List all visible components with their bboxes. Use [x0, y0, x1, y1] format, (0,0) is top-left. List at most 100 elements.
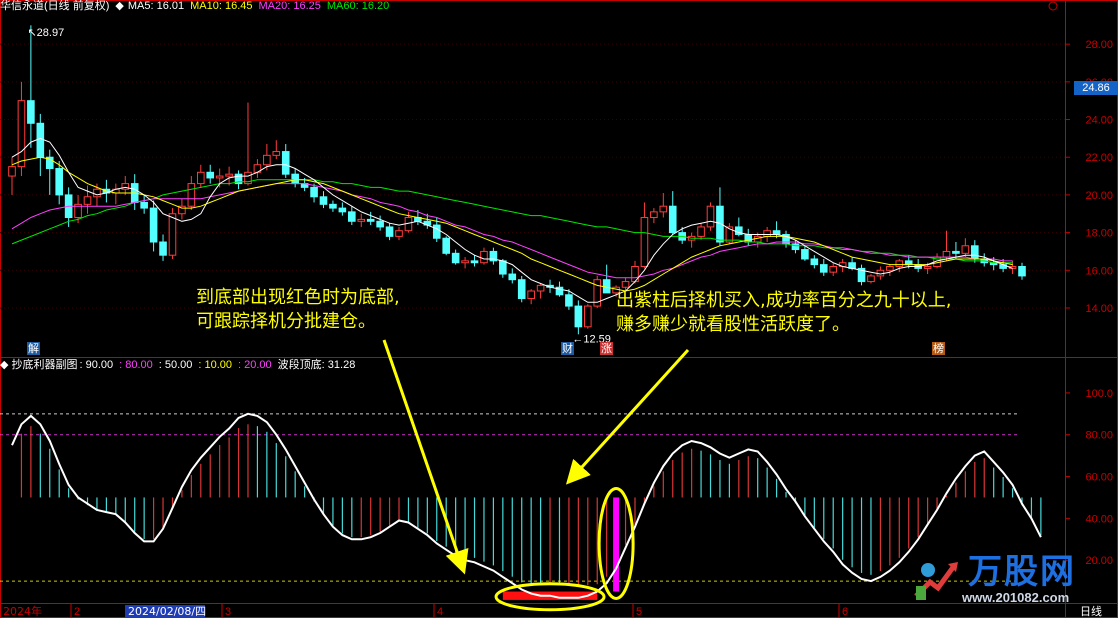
candle-up	[961, 245, 970, 254]
candle-up	[263, 154, 271, 166]
candle-down	[338, 207, 347, 213]
indicator-param-5: : 20.00	[238, 359, 272, 371]
annotation-right-line-2: 赚多赚少就看股性活跃度了。	[616, 314, 850, 335]
ma10-label: MA10: 16.45	[190, 0, 253, 12]
candle-down	[385, 226, 394, 237]
event-marker-4[interactable]: 榜	[932, 342, 945, 355]
candle-up	[461, 260, 469, 264]
current-price-tag: 24.86	[1074, 81, 1118, 95]
candle-up	[583, 305, 592, 328]
date-label: 4	[437, 606, 443, 618]
price-axis-label: 22.00	[1085, 152, 1113, 164]
price-axis-label: 16.00	[1085, 265, 1113, 277]
candle-down	[819, 264, 828, 273]
annotation-left-line-1: 到底部出现红色时为底部,	[196, 287, 400, 308]
ma20-line	[11, 183, 1013, 279]
indicator-axis-label: 80.00	[1085, 430, 1113, 442]
candle-up	[395, 230, 403, 237]
price-axis-label: 28.00	[1085, 39, 1113, 51]
purple-buy-bar	[613, 497, 620, 592]
candle-down	[140, 201, 148, 209]
candle-down	[319, 196, 328, 205]
candle-up	[650, 211, 658, 219]
event-marker-1[interactable]: 解	[27, 342, 40, 355]
brand-logo-icon	[914, 562, 958, 600]
candle-up	[527, 290, 535, 300]
candle-down	[772, 230, 781, 235]
candle-down	[376, 220, 384, 228]
candle-up	[93, 188, 101, 198]
candle-down	[432, 224, 441, 239]
indicator-param-4: : 10.00	[198, 359, 233, 371]
candle-down	[27, 100, 35, 124]
candle-down	[508, 273, 517, 281]
candle-down	[791, 243, 800, 251]
candle-down	[149, 207, 158, 243]
candle-down	[574, 305, 583, 328]
candle-up	[196, 171, 205, 185]
ma60-label: MA60: 16.20	[326, 0, 390, 12]
candle-up	[640, 217, 649, 268]
candle-down	[281, 151, 290, 175]
candles-group	[8, 25, 1026, 335]
indicator-title: 抄底利器副图	[11, 359, 78, 371]
candle-down	[517, 279, 526, 300]
candle-down	[904, 260, 913, 266]
indicator-axis-label: 60.00	[1085, 472, 1113, 484]
candle-up	[225, 173, 233, 177]
candle-up	[480, 250, 488, 264]
date-label: 6	[842, 606, 848, 618]
indicator-toggle-icon[interactable]: ◆	[0, 359, 8, 371]
annotation-left-line-2: 可跟踪择机分批建仓。	[196, 311, 376, 332]
candle-up	[168, 213, 177, 256]
period-label: 日线	[1080, 604, 1102, 618]
date-label: 2	[74, 606, 80, 618]
candle-up	[83, 196, 92, 205]
brand-watermark: 万股网 www.201082.com	[910, 552, 1110, 606]
indicator-param-1: : 90.00	[79, 359, 114, 371]
indicator-axis-label: 100.0	[1085, 388, 1113, 400]
candle-up	[17, 100, 26, 168]
candle-up	[942, 250, 951, 258]
window-control-icon	[1048, 1, 1058, 11]
event-marker-3[interactable]: 涨	[600, 342, 613, 355]
candle-down	[159, 241, 167, 256]
candle-down	[348, 211, 356, 222]
candle-up	[829, 266, 838, 273]
candle-down	[451, 252, 460, 264]
date-label: 3	[225, 606, 231, 618]
brand-name: 万股网	[968, 552, 1076, 592]
candle-down	[801, 249, 809, 260]
candle-up	[867, 275, 875, 283]
candle-up	[895, 260, 904, 268]
candle-up	[763, 230, 771, 237]
candle-down	[952, 250, 960, 254]
candle-up	[121, 183, 130, 190]
annotation-right-line-1: 出紫柱后择机买入,成功率百分之九十以上,	[616, 290, 952, 311]
indicator-param-3: : 50.00	[158, 359, 193, 371]
candle-up	[923, 266, 932, 269]
brand-url: www.201082.com	[962, 590, 1070, 605]
candle-up	[215, 175, 224, 179]
candle-up	[536, 284, 545, 292]
annotation-left: 到底部出现红色时为底部, 可跟踪择机分批建仓。	[196, 286, 400, 334]
candle-down	[565, 294, 573, 307]
ma-toggle-icon[interactable]: ◆	[115, 0, 123, 12]
candle-down	[499, 260, 507, 275]
candle-down	[329, 203, 337, 209]
candle-up	[357, 218, 366, 222]
candle-up	[706, 205, 715, 228]
selected-date-label: 2024/02/08/四	[128, 605, 206, 618]
stock-chart-window: 28.0026.0024.0022.0020.0018.0016.0014.00…	[0, 0, 1118, 618]
candle-up	[886, 266, 894, 271]
main-header: 华信永道(日线 前复权) ◆ MA5: 16.01 MA10: 16.45 MA20: …	[0, 0, 395, 12]
candle-down	[810, 258, 819, 266]
candle-down	[291, 173, 299, 185]
indicator-header: ◆ 抄底利器副图: 90.00: 80.00: 50.00: 10.00: 20.…	[0, 359, 361, 371]
price-axis-label: 18.00	[1085, 228, 1113, 240]
candle-up	[272, 151, 281, 156]
event-marker-2[interactable]: 财	[561, 342, 574, 355]
ma20-label: MA20: 16.25	[258, 0, 321, 12]
candle-down	[668, 205, 677, 234]
candle-down	[55, 168, 64, 196]
